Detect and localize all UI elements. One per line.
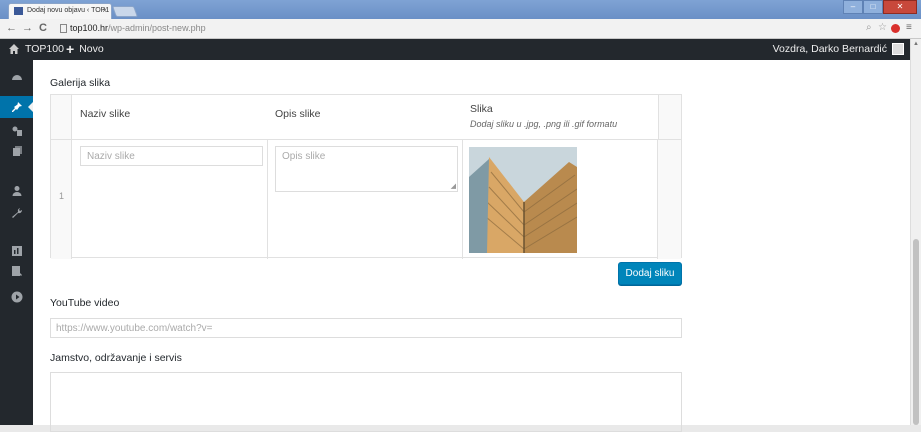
address-bar[interactable]: top100.hr/wp-admin/post-new.php (58, 21, 538, 36)
header-naziv: Naziv slike (80, 108, 131, 120)
minimize-button[interactable]: – (843, 0, 863, 14)
new-tab-button[interactable] (111, 6, 139, 17)
plus-icon: + (66, 41, 75, 57)
star-icon[interactable]: ☆ (878, 22, 887, 33)
sidebar-item-media-player[interactable] (0, 286, 33, 308)
sidebar-item-pages[interactable] (0, 140, 33, 162)
row-number: 1 (58, 191, 64, 201)
browser-tabstrip: Dodaj novu objavu ‹ TOP1 × – □ ✕ (0, 0, 921, 19)
header-slika-hint: Dodaj sliku u .jpg, .png ili .gif format… (470, 119, 618, 129)
sidebar-item-dashboard[interactable] (0, 66, 33, 88)
tab-title: Dodaj novu objavu ‹ TOP1 (27, 7, 110, 14)
media-icon (12, 126, 22, 136)
building-photo (469, 147, 577, 253)
menu-icon[interactable]: ≡ (906, 22, 912, 33)
pages-icon (12, 146, 22, 156)
gallery-section-title: Galerija slika (50, 77, 111, 89)
user-greeting: Vozdra, Darko Bernardić (772, 43, 887, 55)
sidebar-item-tools[interactable] (0, 202, 33, 224)
sidebar-item-reports[interactable] (0, 240, 33, 262)
url-host: top100.hr (70, 23, 109, 33)
add-image-button[interactable]: Dodaj sliku (618, 262, 682, 285)
sidebar-item-media[interactable] (0, 120, 33, 142)
gallery-table: Naziv slike Opis slike Slika Dodaj sliku… (50, 94, 682, 259)
play-icon (11, 291, 22, 303)
back-button[interactable]: ← (6, 22, 17, 34)
browser-tab[interactable]: Dodaj novu objavu ‹ TOP1 × (8, 3, 112, 19)
new-content-menu[interactable]: + Novo (66, 41, 104, 57)
naziv-input[interactable]: Naziv slike (80, 146, 263, 166)
close-window-button[interactable]: ✕ (883, 0, 917, 14)
sidebar-item-forms[interactable] (0, 260, 33, 282)
reload-button[interactable]: C (39, 22, 47, 34)
warranty-section-title: Jamstvo, održavanje i servis (50, 352, 182, 364)
url-path: /wp-admin/post-new.php (108, 23, 206, 33)
site-name: TOP100 (25, 43, 64, 55)
sidebar-item-posts[interactable] (0, 96, 33, 118)
tab-close-icon[interactable]: × (102, 6, 107, 15)
warranty-textarea[interactable] (50, 372, 682, 432)
header-slika: Slika (470, 103, 493, 115)
tools-icon (11, 208, 22, 218)
browser-toolbar: ← → C top100.hr/wp-admin/post-new.php ⌕ … (0, 19, 921, 39)
forward-button[interactable]: → (22, 22, 33, 34)
forms-icon (11, 266, 22, 276)
dashboard-icon (11, 75, 22, 80)
reports-icon (11, 246, 22, 256)
resize-handle-icon[interactable]: ◢ (451, 182, 456, 190)
header-opis: Opis slike (275, 108, 321, 120)
user-account-menu[interactable]: Vozdra, Darko Bernardić (773, 43, 904, 55)
site-home-link[interactable]: TOP100 (8, 43, 64, 55)
gallery-image[interactable] (469, 147, 577, 253)
window-controls: – □ ✕ (843, 0, 917, 14)
magnifier-icon[interactable]: ⌕ (866, 22, 872, 33)
admin-sidebar (0, 60, 33, 425)
avatar (892, 43, 904, 55)
wp-admin-bar: TOP100 + Novo Vozdra, Darko Bernardić (0, 39, 910, 60)
main-content: Galerija slika Naziv slike Opis slike Sl… (33, 60, 910, 432)
header-num-cell (51, 95, 72, 139)
new-label: Novo (79, 43, 104, 55)
adblock-icon[interactable] (891, 24, 900, 33)
table-header-row: Naziv slike Opis slike Slika Dodaj sliku… (51, 95, 681, 140)
maximize-button[interactable]: □ (863, 0, 883, 14)
youtube-url-input[interactable]: https://www.youtube.com/watch?v= (50, 318, 682, 338)
page-scrollbar[interactable]: ▲ (910, 39, 921, 425)
scroll-thumb[interactable] (913, 239, 919, 425)
favicon-icon (14, 7, 23, 15)
opis-textarea[interactable]: Opis slike ◢ (275, 146, 458, 192)
home-icon (9, 44, 19, 54)
header-end-cell (658, 95, 681, 139)
users-icon (12, 186, 21, 196)
scroll-up-icon[interactable]: ▲ (913, 41, 919, 47)
page-icon (60, 24, 67, 33)
youtube-section-title: YouTube video (50, 297, 120, 309)
opis-placeholder: Opis slike (282, 151, 326, 162)
pin-icon (11, 102, 22, 112)
sidebar-item-users[interactable] (0, 180, 33, 202)
